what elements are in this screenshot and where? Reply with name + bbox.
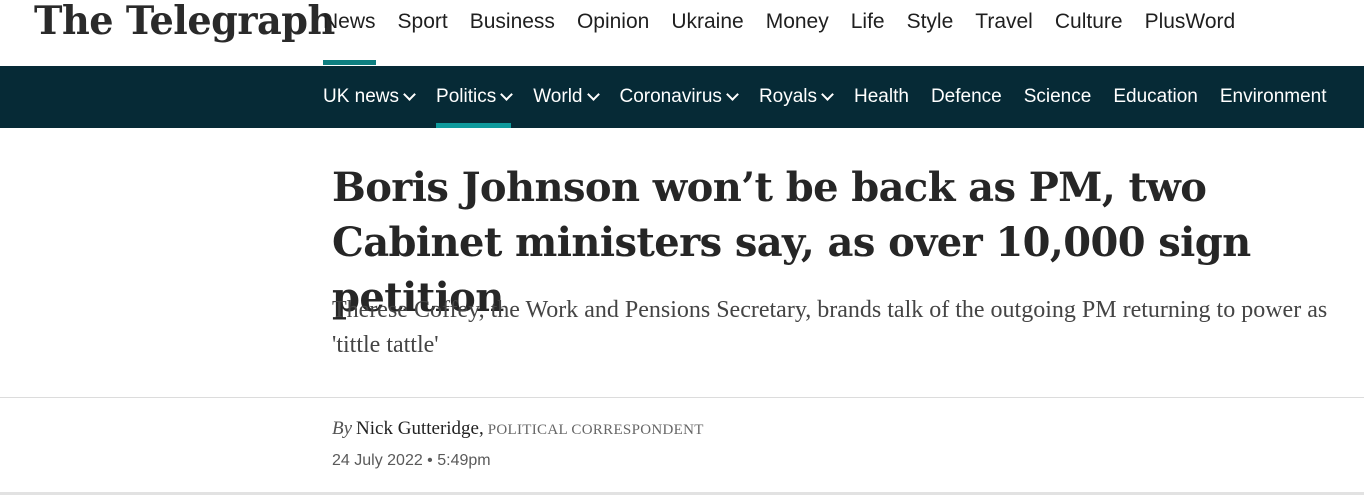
primary-nav-ukraine[interactable]: Ukraine bbox=[671, 0, 743, 32]
primary-nav-news[interactable]: News bbox=[323, 0, 376, 65]
section-nav-royals[interactable]: Royals bbox=[758, 66, 834, 128]
section-nav-world[interactable]: World bbox=[533, 66, 600, 128]
section-nav-environment[interactable]: Environment bbox=[1220, 66, 1327, 128]
section-nav-label: Science bbox=[1023, 86, 1092, 107]
primary-nav: News Sport Business Opinion Ukraine Mone… bbox=[323, 0, 1257, 66]
primary-nav-travel[interactable]: Travel bbox=[975, 0, 1033, 32]
masthead: The Telegraph News Sport Business Opinio… bbox=[0, 0, 1364, 66]
section-nav-label: Politics bbox=[436, 86, 497, 107]
primary-nav-culture[interactable]: Culture bbox=[1055, 0, 1123, 32]
section-nav-health[interactable]: Health bbox=[854, 66, 909, 128]
section-nav-label: Coronavirus bbox=[619, 86, 722, 107]
chevron-down-icon bbox=[586, 88, 600, 101]
primary-nav-opinion[interactable]: Opinion bbox=[577, 0, 649, 32]
section-nav-label: Royals bbox=[758, 86, 818, 107]
author-role: POLITICAL CORRESPONDENT bbox=[487, 422, 704, 438]
section-nav-uk-news[interactable]: UK news bbox=[323, 66, 416, 128]
section-nav-label: Environment bbox=[1219, 86, 1327, 107]
section-nav-label: Education bbox=[1113, 86, 1198, 107]
section-nav-label: UK news bbox=[323, 86, 400, 107]
chevron-down-icon bbox=[726, 88, 739, 101]
section-nav-science[interactable]: Science bbox=[1024, 66, 1092, 128]
chevron-down-icon bbox=[500, 88, 514, 101]
primary-nav-life[interactable]: Life bbox=[851, 0, 885, 32]
telegraph-logo[interactable]: The Telegraph bbox=[34, 0, 335, 44]
byline: By Nick Gutteridge, POLITICAL CORRESPOND… bbox=[332, 418, 704, 440]
chevron-down-icon bbox=[403, 88, 416, 101]
section-nav-defence[interactable]: Defence bbox=[931, 66, 1002, 128]
section-nav-label: Defence bbox=[930, 86, 1002, 107]
primary-nav-business[interactable]: Business bbox=[470, 0, 555, 32]
primary-nav-money[interactable]: Money bbox=[766, 0, 829, 32]
primary-nav-plusword[interactable]: PlusWord bbox=[1145, 0, 1236, 32]
primary-nav-sport[interactable]: Sport bbox=[398, 0, 448, 32]
divider bbox=[0, 397, 1364, 398]
section-nav-bar: UK news Politics World Coronavirus Royal… bbox=[0, 66, 1364, 128]
section-nav-coronavirus[interactable]: Coronavirus bbox=[619, 66, 739, 128]
byline-prefix: By bbox=[332, 418, 353, 439]
primary-nav-style[interactable]: Style bbox=[907, 0, 954, 32]
divider bbox=[0, 492, 1364, 495]
section-nav-education[interactable]: Education bbox=[1113, 66, 1198, 128]
author-link[interactable]: Nick Gutteridge, bbox=[356, 418, 484, 439]
secondary-nav: UK news Politics World Coronavirus Royal… bbox=[323, 66, 1349, 128]
publish-date: 24 July 2022 • 5:49pm bbox=[332, 452, 491, 469]
section-nav-politics[interactable]: Politics bbox=[436, 66, 514, 128]
section-nav-label: Health bbox=[854, 86, 909, 107]
chevron-down-icon bbox=[821, 88, 834, 101]
section-nav-label: World bbox=[533, 86, 583, 107]
article-standfirst: Therese Coffey, the Work and Pensions Se… bbox=[332, 297, 1328, 358]
